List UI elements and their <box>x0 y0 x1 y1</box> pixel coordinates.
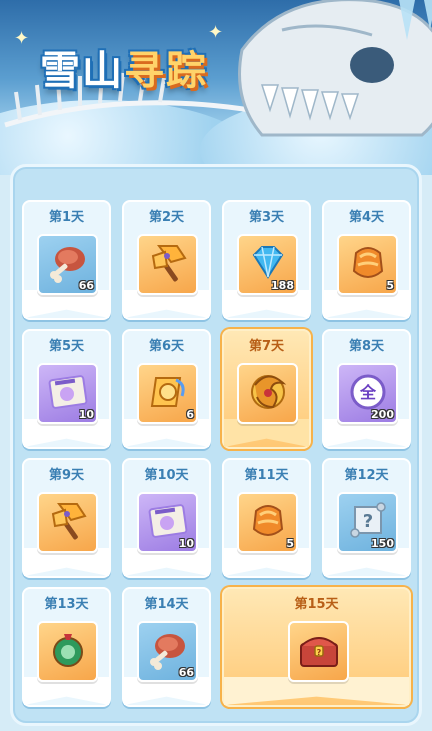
golden-dragon-icon <box>243 367 293 421</box>
day-label: 第13天 <box>44 597 89 612</box>
reward-item-slot[interactable]: ? <box>288 621 349 682</box>
day-label: 第4天 <box>348 210 385 225</box>
day-label: 第9天 <box>48 468 85 483</box>
reward-card-day-7[interactable]: 第7天 <box>222 329 311 449</box>
item-quantity: 66 <box>178 666 194 679</box>
reward-item-slot[interactable]: ? 150 <box>337 492 398 553</box>
svg-text:全: 全 <box>358 383 376 402</box>
reward-item-slot[interactable]: 全 200 <box>337 363 398 424</box>
item-quantity: 10 <box>78 408 94 421</box>
reward-item-slot[interactable] <box>37 492 98 553</box>
reward-item-slot[interactable]: 10 <box>137 492 198 553</box>
reward-card-day-15[interactable]: 第15天? <box>222 587 411 707</box>
battle-axe-icon <box>145 240 191 290</box>
reward-card-day-1[interactable]: 第1天 66 <box>22 200 111 320</box>
reward-card-day-11[interactable]: 第11天 5 <box>222 458 311 578</box>
day-label: 第3天 <box>248 210 285 225</box>
reward-card-day-3[interactable]: 第3天 188 <box>222 200 311 320</box>
day-label: 第14天 <box>144 597 189 612</box>
reward-card-day-5[interactable]: 第5天 10 <box>22 329 111 449</box>
reward-item-slot[interactable] <box>137 234 198 295</box>
day-label: 第8天 <box>348 339 385 354</box>
day-label: 第12天 <box>344 468 389 483</box>
reward-item-slot[interactable]: 66 <box>37 234 98 295</box>
reward-card-day-13[interactable]: 第13天 <box>22 587 111 707</box>
reward-card-day-10[interactable]: 第10天 10 <box>122 458 211 578</box>
battle-axe-icon <box>45 498 91 548</box>
reward-card-day-12[interactable]: 第12天? 150 <box>322 458 411 578</box>
jade-ring-icon <box>46 628 90 676</box>
day-label: 第6天 <box>148 339 185 354</box>
svg-text:?: ? <box>362 511 372 532</box>
item-quantity: 5 <box>286 537 294 550</box>
reward-item-slot[interactable]: 188 <box>237 234 298 295</box>
reward-card-day-14[interactable]: 第14天 66 <box>122 587 211 707</box>
armor-icon <box>346 241 390 289</box>
event-banner: ✦ ✦ 雪山寻踪 <box>0 0 432 175</box>
scroll-badge-icon <box>146 370 190 418</box>
day-label: 第5天 <box>48 339 85 354</box>
reward-item-slot[interactable]: 66 <box>137 621 198 682</box>
reward-card-day-6[interactable]: 第6天 6 <box>122 329 211 449</box>
treasure-chest-icon: ? <box>295 628 343 676</box>
item-quantity: 5 <box>386 279 394 292</box>
reward-card-day-9[interactable]: 第9天 <box>22 458 111 578</box>
event-title: 雪山寻踪 <box>40 38 208 96</box>
day-label: 第1天 <box>48 210 85 225</box>
dragon-skull-icon <box>238 0 432 137</box>
reward-card-day-8[interactable]: 第8天全 200 <box>322 329 411 449</box>
svg-text:?: ? <box>316 648 321 657</box>
item-quantity: 188 <box>271 279 294 292</box>
day-label: 第15天 <box>294 597 339 612</box>
item-quantity: 6 <box>186 408 194 421</box>
item-quantity: 200 <box>371 408 394 421</box>
day-label: 第10天 <box>144 468 189 483</box>
reward-item-slot[interactable]: 5 <box>237 492 298 553</box>
item-quantity: 10 <box>178 537 194 550</box>
reward-item-slot[interactable]: 10 <box>37 363 98 424</box>
title-part1: 雪山 <box>40 48 124 94</box>
day-label: 第2天 <box>148 210 185 225</box>
day-label: 第11天 <box>244 468 289 483</box>
reward-item-slot[interactable]: 5 <box>337 234 398 295</box>
reward-item-slot[interactable] <box>37 621 98 682</box>
reward-card-day-2[interactable]: 第2天 <box>122 200 211 320</box>
reward-card-day-4[interactable]: 第4天 5 <box>322 200 411 320</box>
item-quantity: 66 <box>78 279 94 292</box>
title-part2: 寻踪 <box>124 48 208 94</box>
sparkle-icon: ✦ <box>208 22 224 43</box>
reward-item-slot[interactable] <box>237 363 298 424</box>
armor-icon <box>246 499 290 547</box>
item-quantity: 150 <box>371 537 394 550</box>
day-label: 第7天 <box>248 339 285 354</box>
sparkle-icon: ✦ <box>14 28 30 49</box>
reward-item-slot[interactable]: 6 <box>137 363 198 424</box>
